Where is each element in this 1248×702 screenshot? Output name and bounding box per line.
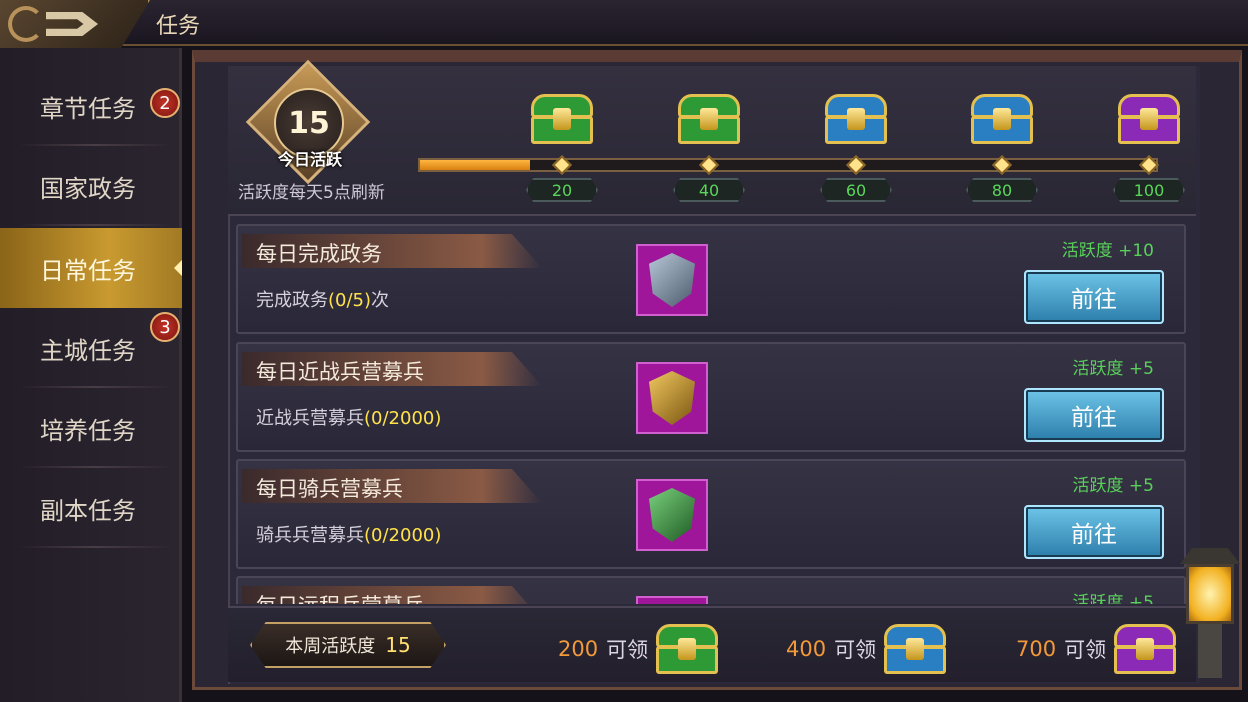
treasure-chest-icon[interactable] [884, 624, 947, 674]
treasure-chest-icon[interactable] [825, 94, 887, 144]
notification-badge: 2 [150, 88, 180, 118]
task-row: 每日骑兵营募兵 骑兵兵营募兵(0/2000) 活跃度 +5 前往 [236, 459, 1186, 569]
weekly-reward[interactable]: 700 可领 [1016, 624, 1177, 674]
task-reward: 活跃度 +5 [1072, 476, 1154, 496]
refresh-note: 活跃度每天5点刷新 [238, 183, 385, 203]
task-reward: 活跃度 +5 [1072, 593, 1154, 604]
activity-score: 15 [288, 105, 330, 141]
lantern-icon [1180, 548, 1240, 678]
task-title: 每日远程兵营募兵 [256, 590, 424, 604]
weekly-reward-threshold: 700 [1016, 637, 1057, 661]
treasure-chest-icon[interactable] [971, 94, 1033, 144]
weekly-reward[interactable]: 200 可领 [558, 624, 719, 674]
silver-shield-icon [649, 253, 695, 307]
sidebar-item-label: 日常任务 [40, 256, 136, 285]
task-row: 每日远程兵营募兵 活跃度 +5 [236, 576, 1186, 604]
sidebar-item-label: 培养任务 [40, 416, 136, 445]
milestone-value: 80 [966, 178, 1038, 202]
treasure-chest-icon[interactable] [656, 624, 719, 674]
task-item-slot[interactable] [636, 362, 708, 434]
weekly-reward-text: 可领 [1064, 638, 1107, 662]
task-item-slot[interactable] [636, 596, 708, 604]
task-description: 近战兵营募兵(0/2000) [256, 408, 442, 429]
sidebar-item-national[interactable]: 国家政务 [0, 146, 182, 226]
task-progress: (0/2000) [364, 525, 442, 546]
sidebar-item-label: 国家政务 [40, 174, 136, 203]
weekly-reward[interactable]: 400 可领 [786, 624, 947, 674]
task-title: 每日完成政务 [256, 242, 382, 266]
top-bar: 任务 [0, 0, 1248, 50]
sidebar-item-label: 副本任务 [40, 496, 136, 525]
go-button[interactable]: 前往 [1024, 505, 1164, 559]
sidebar-item-training[interactable]: 培养任务 [0, 388, 182, 468]
task-row: 每日完成政务 完成政务(0/5)次 活跃度 +10 前往 [236, 224, 1186, 334]
activity-score-label: 今日活跃 [277, 150, 342, 169]
milestone-value: 60 [820, 178, 892, 202]
task-reward: 活跃度 +5 [1072, 359, 1154, 379]
milestone-value: 20 [526, 178, 598, 202]
weekly-reward-threshold: 400 [786, 637, 827, 661]
sidebar-item-daily[interactable]: 日常任务 [0, 228, 182, 308]
weekly-reward-text: 可领 [606, 638, 649, 662]
task-title: 每日骑兵营募兵 [256, 477, 403, 501]
task-progress: (0/2000) [364, 408, 442, 429]
sidebar-item-label: 章节任务 [40, 94, 136, 123]
activity-progress-fill [420, 160, 531, 170]
milestone-value: 100 [1113, 178, 1185, 202]
treasure-chest-icon[interactable] [531, 94, 593, 144]
page-title: 任务 [156, 14, 201, 39]
dragon-ornament-icon [8, 6, 44, 42]
treasure-chest-icon[interactable] [1114, 624, 1177, 674]
weekly-reward-threshold: 200 [558, 637, 599, 661]
weekly-activity-badge: 本周活跃度 15 [250, 622, 446, 668]
gold-shield-icon [649, 371, 695, 425]
activity-progress-bar [418, 158, 1158, 172]
task-category-sidebar: 章节任务 2 国家政务 日常任务 主城任务 3 培养任务 副本任务 [0, 48, 182, 702]
go-button[interactable]: 前往 [1024, 388, 1164, 442]
weekly-activity-label: 本周活跃度 [285, 636, 376, 657]
divider [18, 546, 172, 548]
task-title: 每日近战兵营募兵 [256, 360, 424, 384]
task-description: 完成政务(0/5)次 [256, 290, 390, 311]
task-list[interactable]: 每日完成政务 完成政务(0/5)次 活跃度 +10 前往 每日近战兵营募兵 近战… [236, 222, 1188, 604]
back-button[interactable] [0, 0, 150, 50]
task-description: 骑兵兵营募兵(0/2000) [256, 525, 442, 546]
sidebar-item-chapter[interactable]: 章节任务 2 [0, 66, 182, 146]
go-button[interactable]: 前往 [1024, 270, 1164, 324]
milestone-value: 40 [673, 178, 745, 202]
back-arrow-icon [46, 12, 98, 36]
treasure-chest-icon[interactable] [1118, 94, 1180, 144]
divider [18, 224, 172, 226]
task-row: 每日近战兵营募兵 近战兵营募兵(0/2000) 活跃度 +5 前往 [236, 342, 1186, 452]
task-item-slot[interactable] [636, 244, 708, 316]
treasure-chest-icon[interactable] [678, 94, 740, 144]
sidebar-item-city[interactable]: 主城任务 3 [0, 308, 182, 388]
task-progress: (0/5) [328, 290, 372, 311]
task-reward: 活跃度 +10 [1061, 241, 1154, 261]
sidebar-item-label: 主城任务 [40, 336, 136, 365]
green-shield-icon [649, 488, 695, 542]
notification-badge: 3 [150, 312, 180, 342]
weekly-reward-text: 可领 [834, 638, 877, 662]
weekly-activity-value: 15 [385, 633, 411, 657]
sidebar-item-dungeon[interactable]: 副本任务 [0, 468, 182, 548]
task-item-slot[interactable] [636, 479, 708, 551]
